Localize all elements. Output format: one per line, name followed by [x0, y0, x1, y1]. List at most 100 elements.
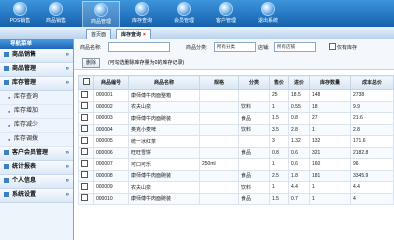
toolbar-button-0[interactable]: POS销售 [2, 1, 38, 26]
store-label: 店铺: [258, 45, 270, 51]
sidebar-item-7[interactable]: 客户会员管理 » [0, 147, 73, 161]
store-select[interactable]: 所有店铺 [274, 42, 316, 52]
column-header[interactable]: 规格 [199, 75, 239, 90]
table-cell: 0.55 [288, 100, 310, 113]
row-checkbox[interactable] [81, 113, 88, 121]
row-checkbox[interactable] [81, 136, 88, 144]
sidebar-item-8[interactable]: 统计报表 » [0, 161, 73, 175]
sidebar-item-10[interactable]: 系统设置 » [0, 189, 73, 203]
table-cell: 饮料 [238, 123, 270, 136]
chevron-icon: » [65, 66, 69, 72]
table-row[interactable]: 000007 可口可乐 250ml 1 0.6 160 96 [78, 158, 394, 171]
table-row[interactable]: 000010 康师傅牛肉面碗装 食品 1.5 0.7 1 4 [78, 192, 394, 205]
row-checkbox-cell[interactable] [78, 100, 94, 113]
sidebar-item-4[interactable]: 库存增加 [0, 105, 73, 119]
sidebar-item-6[interactable]: 库存调拨 [0, 133, 73, 147]
close-icon[interactable]: × [143, 32, 146, 38]
row-checkbox[interactable] [81, 148, 88, 156]
row-checkbox[interactable] [81, 171, 88, 179]
table-cell: 1.32 [288, 135, 310, 148]
row-checkbox-cell[interactable] [78, 158, 94, 171]
table-cell: 旺旺雪饼 [128, 146, 200, 159]
row-checkbox[interactable] [81, 182, 88, 190]
column-header[interactable]: 库存数量 [309, 75, 351, 90]
table-row[interactable]: 000003 康师傅牛肉面碗装 食品 1.5 0.8 27 21.6 [78, 112, 394, 125]
chevron-icon: » [65, 192, 69, 198]
stock-table: 商品编号 商品名称 规格 分类 售价 进价 库存数量 成本总价 000001 康师傅牛肉面整箱 2… [78, 75, 394, 205]
toolbar-button-1[interactable]: 商品销售 [38, 1, 74, 26]
sidebar-item-1[interactable]: 商品管理 » [0, 63, 73, 77]
table-cell [199, 169, 239, 182]
toolbar-button-3[interactable]: 库存查询 [124, 1, 160, 26]
row-checkbox-cell[interactable] [78, 181, 94, 194]
table-cell: 132 [309, 135, 351, 148]
toolbar-button-5[interactable]: 客户管理 [208, 1, 244, 26]
column-header[interactable] [78, 75, 94, 90]
table-row[interactable]: 000009 农夫山泉 饮料 1 4.4 1 4.4 [78, 181, 394, 194]
category-select[interactable]: 所有分类 [214, 42, 256, 52]
table-cell: 3345.9 [350, 169, 394, 182]
table-cell: 000002 [93, 100, 129, 113]
column-header[interactable]: 分类 [238, 75, 270, 90]
table-row[interactable]: 000001 康师傅牛肉面整箱 25 18.5 148 2738 [78, 89, 394, 102]
table-cell: 2182.8 [350, 146, 394, 159]
column-header[interactable]: 售价 [269, 75, 289, 90]
only-stock-checkbox[interactable] [329, 43, 336, 50]
table-cell: 000007 [93, 158, 129, 171]
table-cell: 康师傅牛肉面碗装 [128, 169, 200, 182]
chevron-icon: » [65, 80, 69, 86]
sidebar-item-label: 库存调拨 [14, 136, 39, 142]
column-header[interactable]: 商品编号 [93, 75, 129, 90]
table-row[interactable]: 000002 农夫山泉 饮料 1 0.55 18 9.9 [78, 100, 394, 113]
table-cell [199, 181, 239, 194]
table-cell: 0.6 [288, 158, 310, 171]
toolbar-button-4[interactable]: 会员管理 [166, 1, 202, 26]
toolbar-button-2[interactable]: 商品管理 [82, 1, 120, 28]
toolbar-button-6[interactable]: 退出系统 [250, 1, 286, 26]
row-checkbox[interactable] [81, 194, 88, 202]
column-header[interactable]: 商品名称 [128, 75, 200, 90]
row-checkbox-cell[interactable] [78, 169, 94, 182]
row-checkbox[interactable] [81, 102, 88, 110]
row-checkbox-cell[interactable] [78, 135, 94, 148]
table-row[interactable]: 000004 奥克小麦啤 饮料 3.5 2.8 1 2.8 [78, 123, 394, 136]
delete-button[interactable]: 删除 [82, 58, 100, 68]
table-row[interactable]: 000006 旺旺雪饼 食品 0.8 0.6 321 2182.8 [78, 146, 394, 159]
table-cell: 1 [269, 158, 289, 171]
table-cell: 奥克小麦啤 [128, 123, 200, 136]
row-checkbox-cell[interactable] [78, 146, 94, 159]
table-cell: 康师傅牛肉面碗装 [128, 112, 200, 125]
row-checkbox-cell[interactable] [78, 123, 94, 136]
table-cell: 3 [269, 135, 289, 148]
folder-icon [4, 79, 9, 85]
chevron-icon: » [65, 52, 69, 58]
table-row[interactable]: 000008 康师傅牛肉面碗装 食品 2.5 1.8 181 3345.9 [78, 169, 394, 182]
sidebar-item-0[interactable]: 商品销售 » [0, 49, 73, 63]
table-row[interactable]: 000005 统一冰红茶 3 1.32 132 171.6 [78, 135, 394, 148]
sidebar-item-5[interactable]: 库存减少 [0, 119, 73, 133]
product-name-input[interactable] [108, 42, 170, 52]
sidebar-item-3[interactable]: 库存查询 [0, 91, 73, 105]
select-all-checkbox[interactable] [82, 78, 90, 85]
row-checkbox[interactable] [81, 159, 88, 167]
column-header[interactable]: 成本总价 [350, 75, 394, 90]
chevron-icon: » [65, 178, 69, 184]
sidebar-item-2[interactable]: 库存管理 » [0, 77, 73, 91]
row-checkbox[interactable] [81, 125, 88, 133]
row-checkbox[interactable] [81, 90, 88, 98]
table-cell: 1 [269, 100, 289, 113]
row-checkbox-cell[interactable] [78, 89, 94, 102]
toolbar-label: 客户管理 [215, 18, 236, 24]
sidebar-item-9[interactable]: 个人信息 » [0, 175, 73, 189]
column-header[interactable]: 进价 [288, 75, 310, 90]
table-cell: 18.5 [288, 89, 310, 102]
toolbar-label: 退出系统 [257, 18, 278, 24]
table-cell [199, 123, 239, 136]
table-cell: 2738 [350, 89, 394, 102]
folder-icon [4, 191, 9, 197]
row-checkbox-cell[interactable] [78, 112, 94, 125]
only-stock-label: 仅有库存 [337, 45, 358, 51]
row-checkbox-cell[interactable] [78, 192, 94, 205]
table-cell: 000004 [93, 123, 129, 136]
table-cell: 食品 [238, 169, 270, 182]
